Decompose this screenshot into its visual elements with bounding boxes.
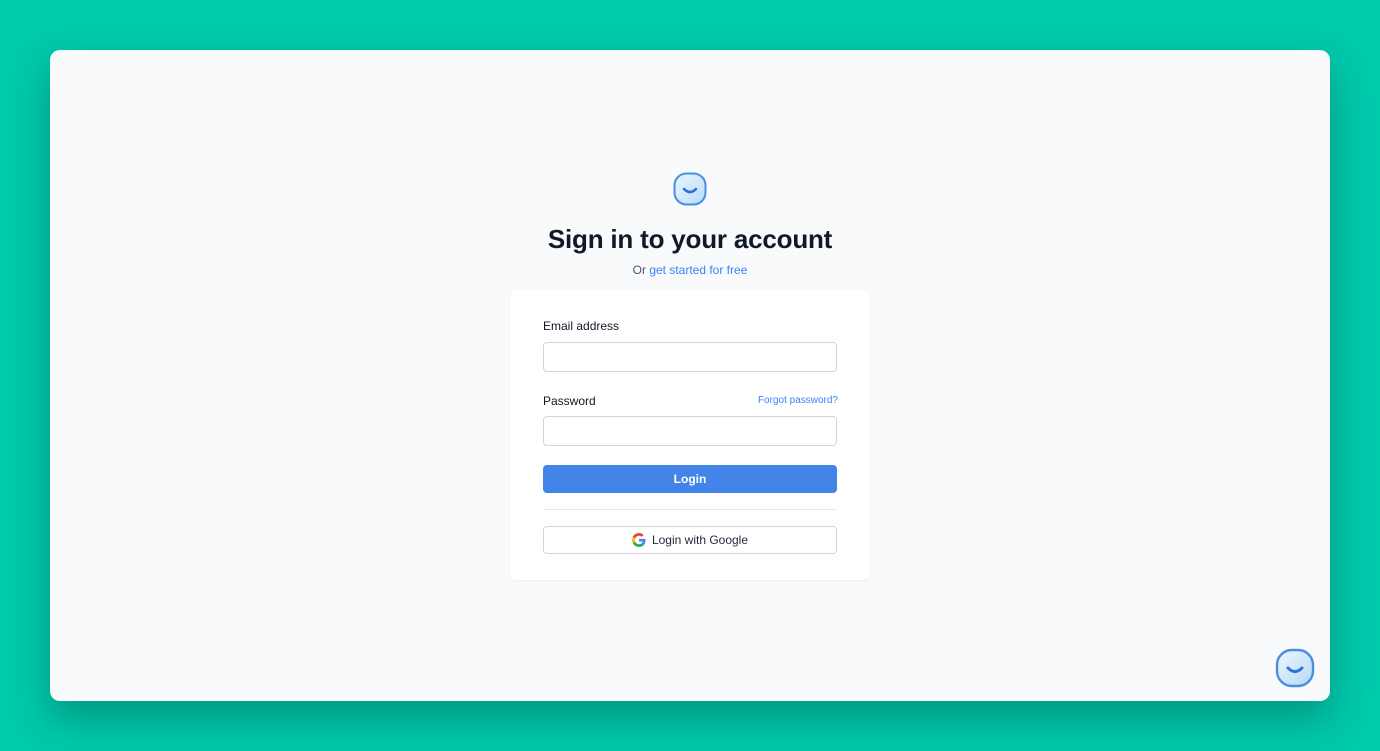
login-card: Email address Password Forgot password? … [510, 290, 870, 580]
google-icon [631, 533, 646, 547]
page-title: Sign in to your account [547, 224, 833, 254]
google-login-label: Login with Google [651, 533, 749, 547]
subtitle: Or get started for free [50, 263, 1330, 277]
smile-logo-icon [673, 172, 707, 206]
password-label: Password [543, 394, 596, 408]
forgot-password-link[interactable]: Forgot password? [758, 395, 838, 406]
app-window: Sign in to your account Or get started f… [50, 50, 1330, 701]
email-input[interactable] [543, 342, 837, 372]
google-login-button[interactable]: Login with Google [543, 526, 837, 554]
get-started-link[interactable]: get started for free [649, 263, 747, 277]
divider [543, 509, 837, 510]
login-button[interactable]: Login [543, 465, 837, 493]
smile-chat-icon[interactable] [1275, 648, 1315, 688]
subtitle-prefix: Or [632, 263, 646, 277]
password-input[interactable] [543, 416, 837, 446]
email-label: Email address [543, 319, 620, 333]
